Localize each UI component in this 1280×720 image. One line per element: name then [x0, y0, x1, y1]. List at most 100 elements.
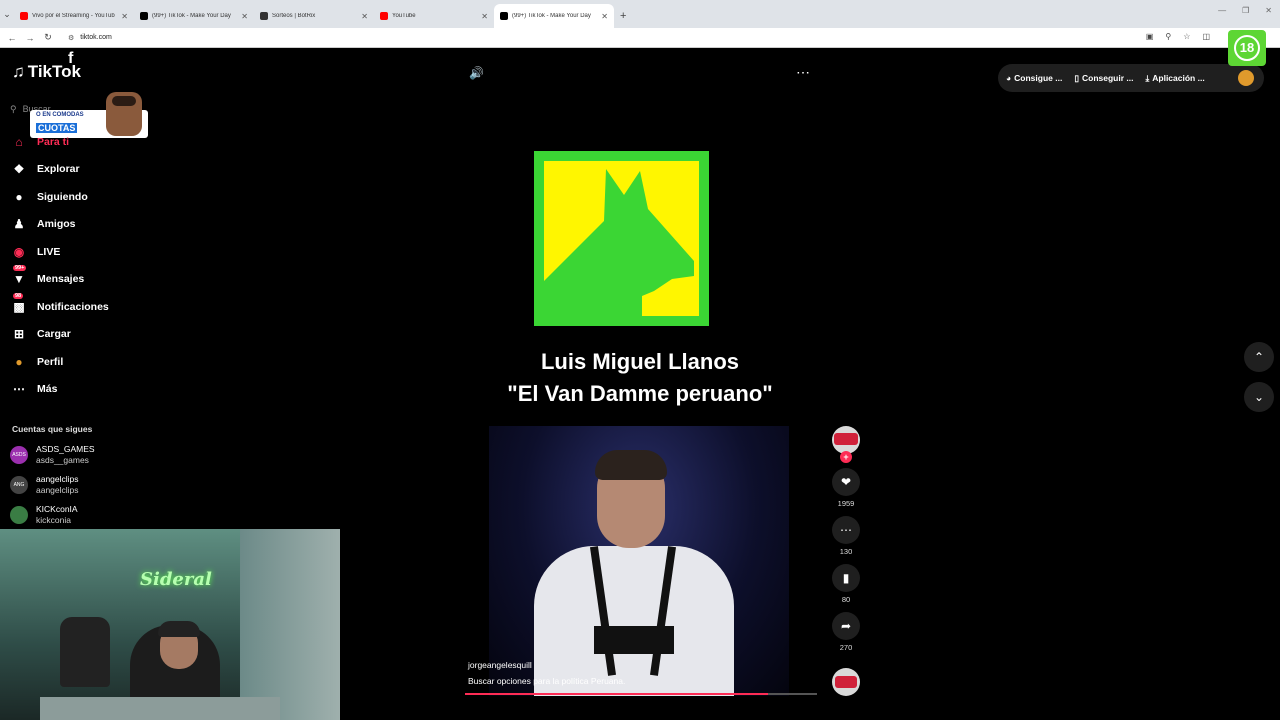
- save-action: ▮ 80: [830, 564, 862, 605]
- sidebar-item-live[interactable]: ◉ LIVE: [10, 238, 140, 266]
- profile-avatar[interactable]: [1238, 70, 1254, 86]
- sidebar-item-label: Notificaciones: [37, 300, 109, 313]
- top-pill-button[interactable]: ▯ Conseguir ...: [1074, 73, 1133, 84]
- search-icon: ⚲: [10, 103, 17, 114]
- bookmark-star-icon[interactable]: ☆: [1183, 32, 1190, 41]
- coin-icon: ◕: [1006, 73, 1012, 83]
- video-title-line2: "El Van Damme peruano": [507, 381, 773, 406]
- sidebar-item-mensajes[interactable]: ▼ 99+ Mensajes: [10, 265, 140, 294]
- zoom-icon[interactable]: ⚲: [1165, 32, 1171, 41]
- share-icon[interactable]: ➦: [832, 612, 860, 640]
- video-progress-bar[interactable]: [465, 693, 817, 695]
- sidebar-item-siguiendo[interactable]: ● Siguiendo: [10, 183, 140, 211]
- bookmark-icon[interactable]: ▮: [832, 564, 860, 592]
- home-icon: ⌂: [15, 134, 23, 149]
- tab-title: YouTube: [392, 13, 416, 19]
- sidebar-item-label: Perfil: [37, 355, 64, 368]
- video-description: Buscar opciones para la política Peruana…: [468, 676, 626, 686]
- tab-search-chevron-icon[interactable]: ⌄: [0, 0, 14, 28]
- sidebar-item-más[interactable]: ⋯ Más: [10, 376, 140, 404]
- nav-badge: 98: [13, 292, 24, 299]
- facebook-icon: f: [68, 50, 74, 67]
- browser-tab[interactable]: Vivo por el Streaming - YouTub ✕: [14, 4, 134, 28]
- live-icon: ◉: [13, 244, 25, 259]
- sidebar-item-label: Cargar: [37, 328, 71, 341]
- tab-title: (99+) TikTok - Make Your Day: [512, 13, 591, 19]
- follow-plus-icon[interactable]: +: [840, 451, 852, 463]
- pill-label: Consigue ...: [1014, 73, 1063, 83]
- cast-icon[interactable]: ▣: [1146, 32, 1154, 41]
- speaker-shirt: [534, 546, 734, 696]
- age-rating-text: 18: [1234, 35, 1260, 61]
- sidebar-item-amigos[interactable]: ♟ Amigos: [10, 211, 140, 239]
- like-count: 1959: [837, 499, 855, 508]
- compass-icon: ❖: [13, 162, 25, 177]
- previous-video-button[interactable]: ⌃: [1244, 342, 1274, 372]
- tab-close-icon[interactable]: ✕: [121, 12, 128, 21]
- following-list: ASDS ASDS_GAMES asds__games ANG aangelclips a…: [10, 440, 140, 530]
- browser-tabbar: ⌄ Vivo por el Streaming - YouTub ✕ (99+) T…: [0, 0, 1280, 28]
- sidebar-item-explorar[interactable]: ❖ Explorar: [10, 156, 140, 184]
- tab-favicon-icon: [380, 12, 388, 20]
- browser-tab[interactable]: (99+) TikTok - Make Your Day ✕: [494, 4, 614, 28]
- speaker-hair: [595, 450, 667, 480]
- heart-icon[interactable]: ❤: [832, 468, 860, 496]
- creator-avatar[interactable]: [832, 426, 860, 454]
- next-video-button[interactable]: ⌄: [1244, 382, 1274, 412]
- following-item[interactable]: KICKconIA kickconia: [10, 500, 140, 530]
- sidebar-item-label: Explorar: [37, 163, 80, 176]
- extensions-icon[interactable]: ◫: [1202, 32, 1210, 41]
- tab-title: Vivo por el Streaming - YouTub: [32, 13, 115, 19]
- gaming-chair: [60, 617, 110, 687]
- share-action: ➦ 270: [830, 612, 862, 653]
- desk: [40, 697, 280, 720]
- download-icon: ⤓: [1145, 72, 1150, 83]
- sidebar-item-label: Para ti: [37, 135, 70, 148]
- sidebar-item-cargar[interactable]: ⊞ Cargar: [10, 321, 140, 349]
- volume-icon[interactable]: 🔊: [469, 66, 484, 80]
- tab-favicon-icon: [140, 12, 148, 20]
- forward-icon[interactable]: →: [24, 33, 36, 43]
- speaker-vest: [594, 626, 674, 654]
- new-tab-button[interactable]: +: [614, 4, 632, 28]
- top-pill-button[interactable]: ⤓ Aplicación ...: [1145, 73, 1204, 84]
- video-progress-fill: [465, 693, 768, 695]
- sidebar-item-para-ti[interactable]: ⌂ Para ti: [10, 128, 140, 156]
- music-disc-avatar[interactable]: [832, 668, 860, 696]
- restore-icon[interactable]: ❐: [1242, 6, 1249, 15]
- browser-tab[interactable]: (99+) TikTok - Make Your Day ✕: [134, 4, 254, 28]
- top-pill-button[interactable]: ◕ Consigue ...: [1006, 73, 1062, 83]
- video-title: Luis Miguel Llanos "El Van Damme peruano…: [463, 346, 817, 410]
- sidebar-item-label: LIVE: [37, 245, 61, 258]
- comment-action: ⋯ 130: [830, 516, 862, 557]
- following-item[interactable]: ANG aangelclips aangelclips: [10, 470, 140, 500]
- tab-close-icon[interactable]: ✕: [601, 12, 608, 21]
- comment-icon[interactable]: ⋯: [832, 516, 860, 544]
- tab-close-icon[interactable]: ✕: [481, 12, 488, 21]
- sidebar-item-perfil[interactable]: ● Perfil: [10, 348, 140, 376]
- sidebar-nav: ⌂ Para ti ❖ Explorar ● Siguiendo ♟ Amigos ◉ LIVE ▼…: [10, 128, 140, 403]
- comment-count: 130: [839, 547, 853, 556]
- video-player[interactable]: Luis Miguel Llanos "El Van Damme peruano…: [463, 96, 817, 696]
- url-field[interactable]: ⚙ tiktok.com: [68, 34, 112, 42]
- minimize-icon[interactable]: —: [1218, 6, 1226, 15]
- tab-favicon-icon: [20, 12, 28, 20]
- sidebar-item-label: Más: [37, 383, 58, 396]
- tab-close-icon[interactable]: ✕: [241, 12, 248, 21]
- browser-tab[interactable]: YouTube ✕: [374, 4, 494, 28]
- avatar: ASDS: [10, 446, 28, 464]
- more-options-icon[interactable]: ⋯: [796, 64, 810, 81]
- back-icon[interactable]: ←: [6, 33, 18, 43]
- video-author[interactable]: jorgeangelesquill: [468, 660, 532, 670]
- following-item[interactable]: ASDS ASDS_GAMES asds__games: [10, 440, 140, 470]
- profile-icon: ●: [15, 354, 23, 369]
- phone-icon: ▯: [1074, 72, 1079, 83]
- browser-tab[interactable]: Sorteos | BotRix ✕: [254, 4, 374, 28]
- close-window-icon[interactable]: ✕: [1265, 6, 1272, 15]
- sidebar-item-label: Siguiendo: [37, 190, 88, 203]
- video-title-line1: Luis Miguel Llanos: [540, 349, 739, 374]
- reload-icon[interactable]: ↻: [42, 32, 54, 43]
- site-info-icon[interactable]: ⚙: [68, 34, 74, 42]
- sidebar-item-notificaciones[interactable]: ▩ 98 Notificaciones: [10, 292, 140, 321]
- tab-close-icon[interactable]: ✕: [361, 12, 368, 21]
